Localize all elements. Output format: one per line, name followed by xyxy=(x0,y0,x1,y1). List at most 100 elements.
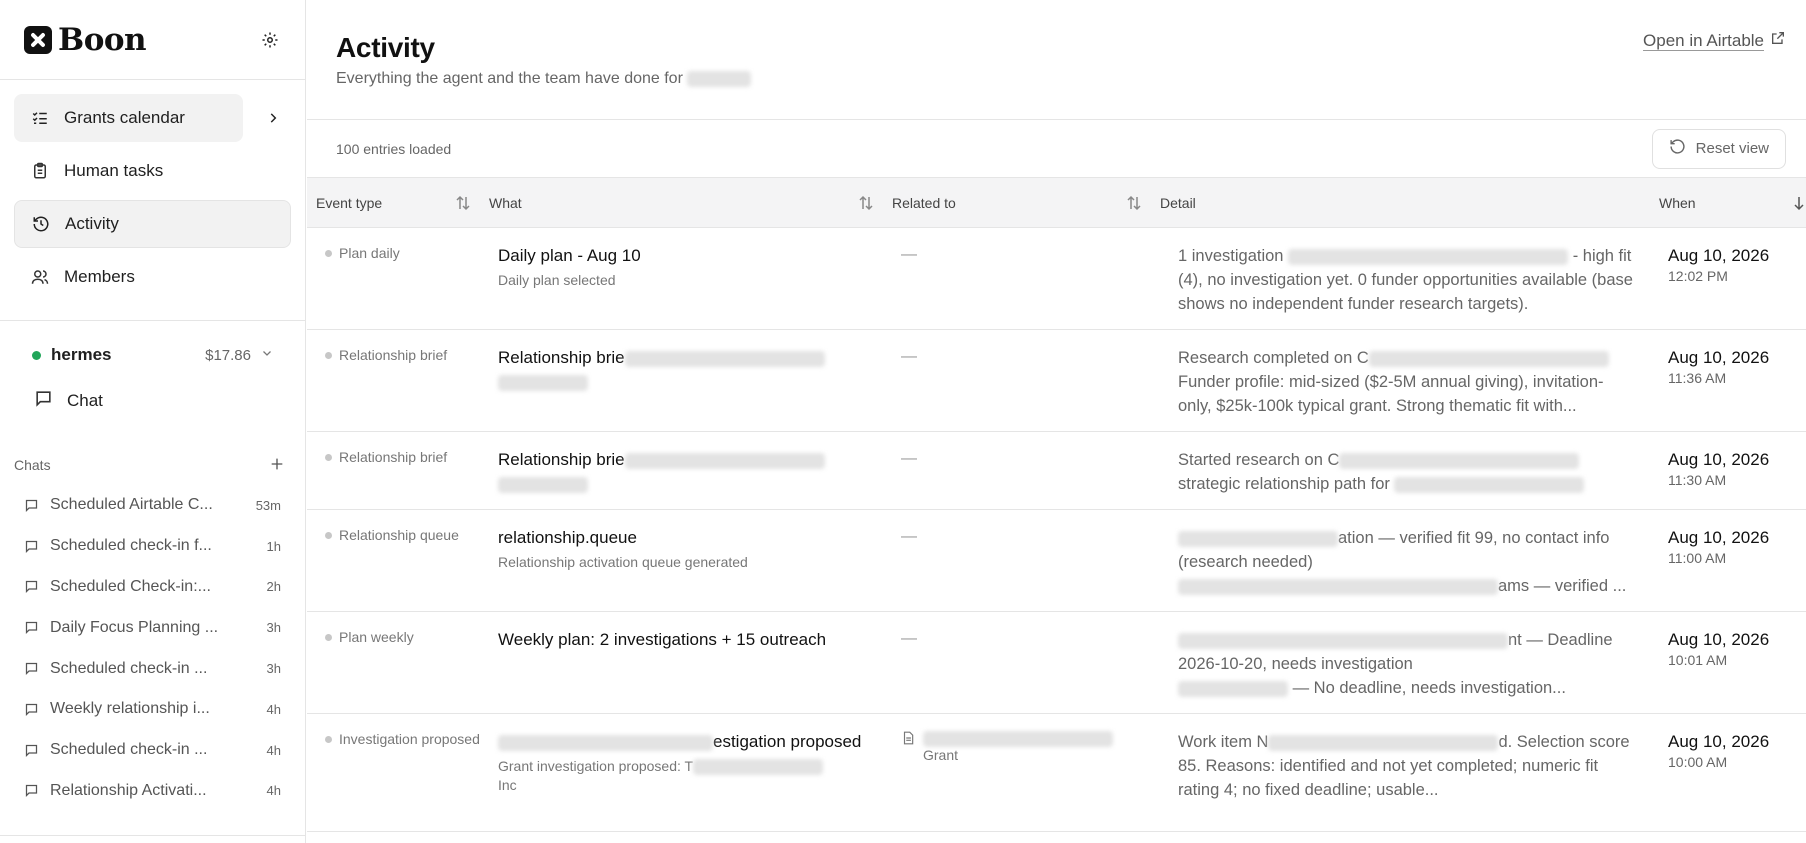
related-grant[interactable]: Grant xyxy=(892,730,1151,763)
redacted-text xyxy=(1178,578,1498,595)
activity-table: Event type What Related to Detail When P… xyxy=(307,178,1806,832)
chat-list-item[interactable]: Scheduled check-in ... 4h xyxy=(0,730,305,771)
table-row[interactable]: Relationship brief Relationship brie — S… xyxy=(307,432,1806,510)
chat-title: Scheduled Airtable C... xyxy=(50,496,213,514)
sidebar: Boon Grants calendar Human tasks Activit… xyxy=(0,0,306,843)
what-title-text: estigation proposed xyxy=(713,732,862,751)
chat-list-item[interactable]: Daily Focus Planning ... 3h xyxy=(0,607,305,648)
chevron-down-icon[interactable] xyxy=(261,346,273,364)
cell-when: Aug 10, 2026 10:01 AM xyxy=(1650,612,1806,713)
col-label: When xyxy=(1659,194,1696,211)
redacted-text xyxy=(624,452,825,469)
chat-list-item[interactable]: Scheduled Airtable C... 53m xyxy=(0,485,305,526)
when-date: Aug 10, 2026 xyxy=(1668,348,1770,367)
event-type-label: Relationship queue xyxy=(339,527,459,543)
redacted-text xyxy=(1339,452,1580,469)
nav-members[interactable]: Members xyxy=(14,253,291,301)
detail-text: Started research on C xyxy=(1178,451,1340,469)
cell-detail: Work item Nd. Selection score 85. Reason… xyxy=(1151,714,1650,831)
col-related-to[interactable]: Related to xyxy=(883,178,1151,227)
chat-list-item[interactable]: Scheduled check-in ... 3h xyxy=(0,648,305,689)
cell-when: Aug 10, 2026 11:00 AM xyxy=(1650,510,1806,611)
cell-related: — xyxy=(883,612,1151,713)
related-value: — xyxy=(901,246,917,263)
table-toolbar: 100 entries loaded Reset view xyxy=(307,120,1806,178)
redacted-text xyxy=(1394,476,1585,493)
table-row[interactable]: Plan weekly Weekly plan: 2 investigation… xyxy=(307,612,1806,714)
cell-detail: Research completed on C Funder profile: … xyxy=(1151,330,1650,431)
table-row[interactable]: Relationship queue relationship.queue Re… xyxy=(307,510,1806,612)
main-nav: Grants calendar Human tasks Activity Mem… xyxy=(0,80,305,321)
event-dot xyxy=(325,352,332,359)
what-title: estigation proposed xyxy=(489,730,883,754)
nav-label: Human tasks xyxy=(64,161,164,180)
entries-count: 100 entries loaded xyxy=(336,140,452,157)
detail-text: Research completed on C xyxy=(1178,349,1369,367)
what-title-text: Relationship brie xyxy=(498,348,625,367)
what-subtitle: Grant investigation proposed: T Inc xyxy=(489,757,883,795)
chat-age: 53m xyxy=(255,497,281,513)
col-label: Event type xyxy=(316,194,383,211)
new-chat-plus-icon[interactable] xyxy=(269,454,285,476)
reset-view-button[interactable]: Reset view xyxy=(1651,128,1786,169)
table-row[interactable]: Investigation proposed estigation propos… xyxy=(307,714,1806,832)
what-title: Relationship brie xyxy=(489,448,883,496)
what-title-text: Relationship brie xyxy=(498,450,625,469)
sort-desc-icon[interactable] xyxy=(1794,195,1806,211)
logo-row: Boon xyxy=(0,0,305,80)
cell-related: — xyxy=(883,432,1151,509)
chevron-right-icon[interactable] xyxy=(263,108,283,128)
chat-bubble-icon xyxy=(34,389,53,413)
redacted-text xyxy=(1178,632,1508,649)
event-dot xyxy=(325,532,332,539)
detail-text: Funder profile: mid-sized ($2-5M annual … xyxy=(1178,373,1604,415)
chat-age: 3h xyxy=(266,620,281,636)
cell-event-type: Investigation proposed xyxy=(307,714,480,831)
related-value: — xyxy=(901,630,917,647)
nav-activity[interactable]: Activity xyxy=(14,200,291,248)
chat-age: 2h xyxy=(266,579,281,595)
redacted-text xyxy=(1178,530,1338,547)
col-when[interactable]: When xyxy=(1650,178,1806,227)
table-header: Event type What Related to Detail When xyxy=(307,178,1806,228)
what-title: Relationship brie xyxy=(489,346,883,394)
chat-bubble-icon xyxy=(24,661,40,677)
event-type-label: Relationship brief xyxy=(339,449,448,465)
sort-icon[interactable] xyxy=(1127,195,1141,211)
sort-icon[interactable] xyxy=(859,195,873,211)
chat-list: Scheduled Airtable C... 53m Scheduled che… xyxy=(0,485,305,811)
chat-list-item[interactable]: Relationship Activati... 4h xyxy=(0,771,305,812)
workspace-section: hermes $17.86 Chat xyxy=(0,321,305,433)
sort-icon[interactable] xyxy=(456,195,470,211)
redacted-text xyxy=(1178,680,1288,697)
table-row[interactable]: Plan daily Daily plan - Aug 10 Daily pla… xyxy=(307,228,1806,330)
workspace-name: hermes xyxy=(51,345,112,364)
redacted-text xyxy=(693,759,824,776)
col-what[interactable]: What xyxy=(480,178,883,227)
chat-age: 1h xyxy=(266,538,281,554)
redacted-text xyxy=(498,476,588,493)
nav-human-tasks[interactable]: Human tasks xyxy=(14,147,291,195)
when-time: 11:00 AM xyxy=(1668,550,1727,566)
open-in-airtable-link[interactable]: Open in Airtable xyxy=(1643,30,1786,51)
workspace-selector[interactable]: hermes $17.86 xyxy=(14,333,291,377)
chat-list-item[interactable]: Weekly relationship i... 4h xyxy=(0,689,305,730)
nav-label: Grants calendar xyxy=(64,108,185,127)
chat-title: Scheduled check-in ... xyxy=(50,741,208,759)
brand-logo[interactable]: Boon xyxy=(24,22,147,58)
users-icon xyxy=(30,267,50,287)
chat-bubble-icon xyxy=(24,701,40,717)
chat-age: 4h xyxy=(266,701,281,717)
chat-list-item[interactable]: Scheduled check-in f... 1h xyxy=(0,526,305,567)
redacted-text xyxy=(1368,350,1609,367)
redacted-text xyxy=(923,731,1113,748)
nav-chat[interactable]: Chat xyxy=(14,377,291,425)
gear-icon[interactable] xyxy=(259,29,281,51)
when-date: Aug 10, 2026 xyxy=(1668,246,1770,265)
redacted-text xyxy=(1268,734,1499,751)
nav-grants-calendar[interactable]: Grants calendar xyxy=(14,94,243,142)
chats-header: Chats xyxy=(0,451,305,479)
col-event-type[interactable]: Event type xyxy=(307,178,480,227)
chat-list-item[interactable]: Scheduled Check-in:... 2h xyxy=(0,567,305,608)
table-row[interactable]: Relationship brief Relationship brie — R… xyxy=(307,330,1806,432)
